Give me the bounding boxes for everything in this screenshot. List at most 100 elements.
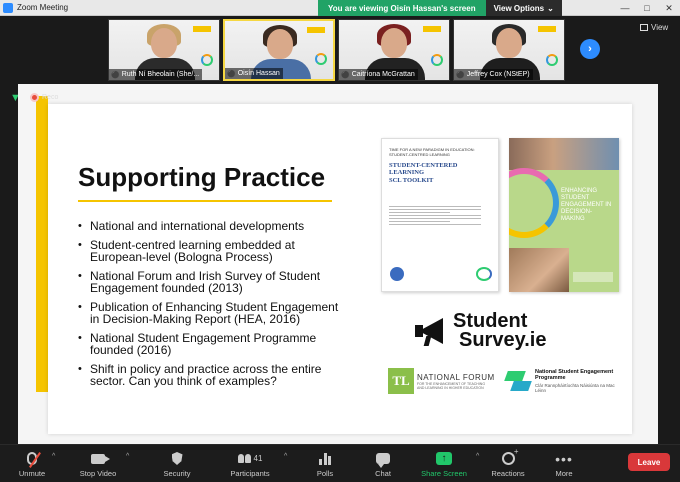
participant-name-tag: ⚫ Ruth Ní Bheolain (She/... [109, 69, 203, 80]
participant-face [381, 28, 407, 58]
book1-subtitle: SCL TOOLKIT [389, 177, 434, 184]
shared-screen[interactable]: Supporting Practice National and interna… [18, 84, 658, 458]
unmute-button[interactable]: Unmute [14, 447, 50, 481]
slide-bullet: Publication of Enhancing Student Engagem… [78, 301, 348, 325]
book2-footer [573, 272, 613, 282]
wall-decoration [307, 27, 325, 33]
participant-name: Jeffrey Cox (NStEP) [466, 71, 530, 78]
participant-name-tag: ⚫ Jeffrey Cox (NStEP) [454, 69, 533, 80]
more-dots-icon: ••• [555, 450, 573, 467]
recording-label: Reco [42, 94, 59, 101]
chat-button[interactable]: Chat [368, 447, 398, 481]
participant-name-tag: ⚫ Oisín Hassan [225, 68, 283, 79]
nsep-irish-name: Clár Rannpháirtíochta Náisiúnta na Mac L… [535, 383, 615, 393]
national-forum-name: NATIONAL FORUM [417, 372, 495, 382]
book1-title: STUDENT-CENTERED LEARNING [389, 162, 458, 176]
wall-logo [315, 53, 327, 65]
book1-text-lines [389, 206, 491, 225]
nsep-name: National Student Engagement Programme [535, 369, 614, 381]
security-button[interactable]: Security [158, 447, 196, 481]
student-survey-line2: Survey.ie [459, 329, 547, 351]
microphone-muted-icon: ⚫ [341, 71, 350, 79]
wall-decoration [538, 26, 556, 32]
participant-face [267, 29, 293, 59]
security-label: Security [163, 468, 191, 478]
participant-video-tile[interactable]: ⚫ Ruth Ní Bheolain (She/... [108, 19, 220, 81]
view-button[interactable]: View [640, 23, 668, 32]
share-screen-button[interactable]: ↑ Share Screen [416, 447, 472, 481]
microphone-muted-icon: ⚫ [456, 71, 465, 79]
book1-logos [390, 267, 492, 281]
unmute-label: Unmute [18, 468, 46, 478]
book1-pretitle: TIME FOR A NEW PARADIGM IN EDUCATION: ST… [389, 147, 475, 157]
microphone-muted-icon: ⚫ [111, 71, 120, 79]
nsep-logo: National Student Engagement Programme Cl… [504, 369, 619, 395]
participant-video-tile[interactable]: ⚫ Caitríona McGrattan [338, 19, 450, 81]
national-forum-logo: TL NATIONAL FORUM FOR THE ENHANCEMENT OF… [388, 368, 495, 394]
presentation-slide: Supporting Practice National and interna… [48, 104, 632, 434]
slide-bullet: National Forum and Irish Survey of Stude… [78, 270, 348, 294]
view-options-button[interactable]: View Options ⌄ [485, 0, 562, 16]
minimize-icon[interactable]: — [614, 0, 636, 16]
window-controls: — □ ✕ [614, 0, 680, 16]
nsep-logo-icon [504, 369, 532, 395]
viewing-screen-label: You are viewing Oisín Hassan's screen [318, 0, 486, 16]
microphone-muted-icon: ⚫ [227, 70, 236, 78]
more-button[interactable]: ••• More [550, 447, 578, 481]
student-survey-logo: Student Survey.ie [413, 311, 547, 351]
book2-rings-graphic [509, 168, 559, 238]
grid-view-icon [640, 24, 648, 31]
view-options-label: View Options [493, 3, 545, 13]
polls-icon [319, 452, 331, 465]
next-page-button[interactable]: › [580, 39, 600, 59]
stop-video-label: Stop Video [79, 468, 117, 478]
share-screen-icon: ↑ [436, 452, 452, 465]
recording-indicator[interactable]: Reco [30, 93, 58, 102]
participants-label: Participants [230, 468, 270, 478]
polls-button[interactable]: Polls [310, 447, 340, 481]
participant-name-tag: ⚫ Caitríona McGrattan [339, 69, 418, 80]
share-options-caret[interactable]: ^ [476, 453, 479, 460]
participants-button[interactable]: 41 Participants [224, 447, 276, 481]
participants-options-caret[interactable]: ^ [284, 453, 287, 460]
close-icon[interactable]: ✕ [658, 0, 680, 16]
participant-face [496, 28, 522, 58]
share-screen-label: Share Screen [421, 468, 467, 478]
recording-dot-icon [30, 93, 39, 102]
book2-photo-bottom [509, 248, 569, 292]
wall-decoration [193, 26, 211, 32]
scl-toolkit-cover: TIME FOR A NEW PARADIGM IN EDUCATION: ST… [381, 138, 499, 292]
book2-photo-top [509, 138, 619, 170]
polls-label: Polls [316, 468, 334, 478]
meeting-toolbar: Unmute ^ Stop Video ^ Security 41 Partic… [0, 444, 680, 482]
slide-bullet: Shift in policy and practice across the … [78, 363, 348, 387]
leave-button[interactable]: Leave [628, 453, 670, 471]
audio-options-caret[interactable]: ^ [52, 453, 55, 460]
view-label: View [651, 23, 669, 32]
video-camera-icon [91, 453, 110, 464]
esu-logo-icon [476, 267, 492, 281]
participant-strip: ⚫ Ruth Ní Bheolain (She/... ⚫ Oisín Hassan ⚫… [108, 19, 565, 81]
stop-video-button[interactable]: Stop Video [74, 447, 122, 481]
megaphone-icon [413, 316, 449, 346]
slide-bullet: National and international developments [78, 220, 348, 232]
participant-video-tile[interactable]: ⚫ Oisín Hassan [223, 19, 335, 81]
slide-bullet: Student-centred learning embedded at Eur… [78, 239, 348, 263]
video-options-caret[interactable]: ^ [126, 453, 129, 460]
wall-logo [546, 54, 558, 66]
chat-bubble-icon [376, 453, 390, 468]
reactions-button[interactable]: Reactions [488, 447, 528, 481]
zoom-app-icon [3, 2, 13, 13]
slide-bullet: National Student Engagement Programme fo… [78, 332, 348, 356]
microphone-muted-icon [27, 452, 41, 468]
maximize-icon[interactable]: □ [636, 0, 658, 16]
slide-bullets: National and international developments S… [78, 220, 348, 394]
meeting-stage: ⚫ Ruth Ní Bheolain (She/... ⚫ Oisín Hassan ⚫… [0, 17, 680, 458]
shield-icon [171, 452, 183, 465]
participant-name: Caitríona McGrattan [351, 71, 415, 78]
chat-label: Chat [375, 468, 391, 478]
eu-logo-icon [390, 267, 404, 281]
participant-video-tile[interactable]: ⚫ Jeffrey Cox (NStEP) [453, 19, 565, 81]
enhancing-engagement-cover: ENHANCING STUDENT ENGAGEMENT IN DECISION… [509, 138, 619, 292]
participants-icon [237, 454, 251, 463]
